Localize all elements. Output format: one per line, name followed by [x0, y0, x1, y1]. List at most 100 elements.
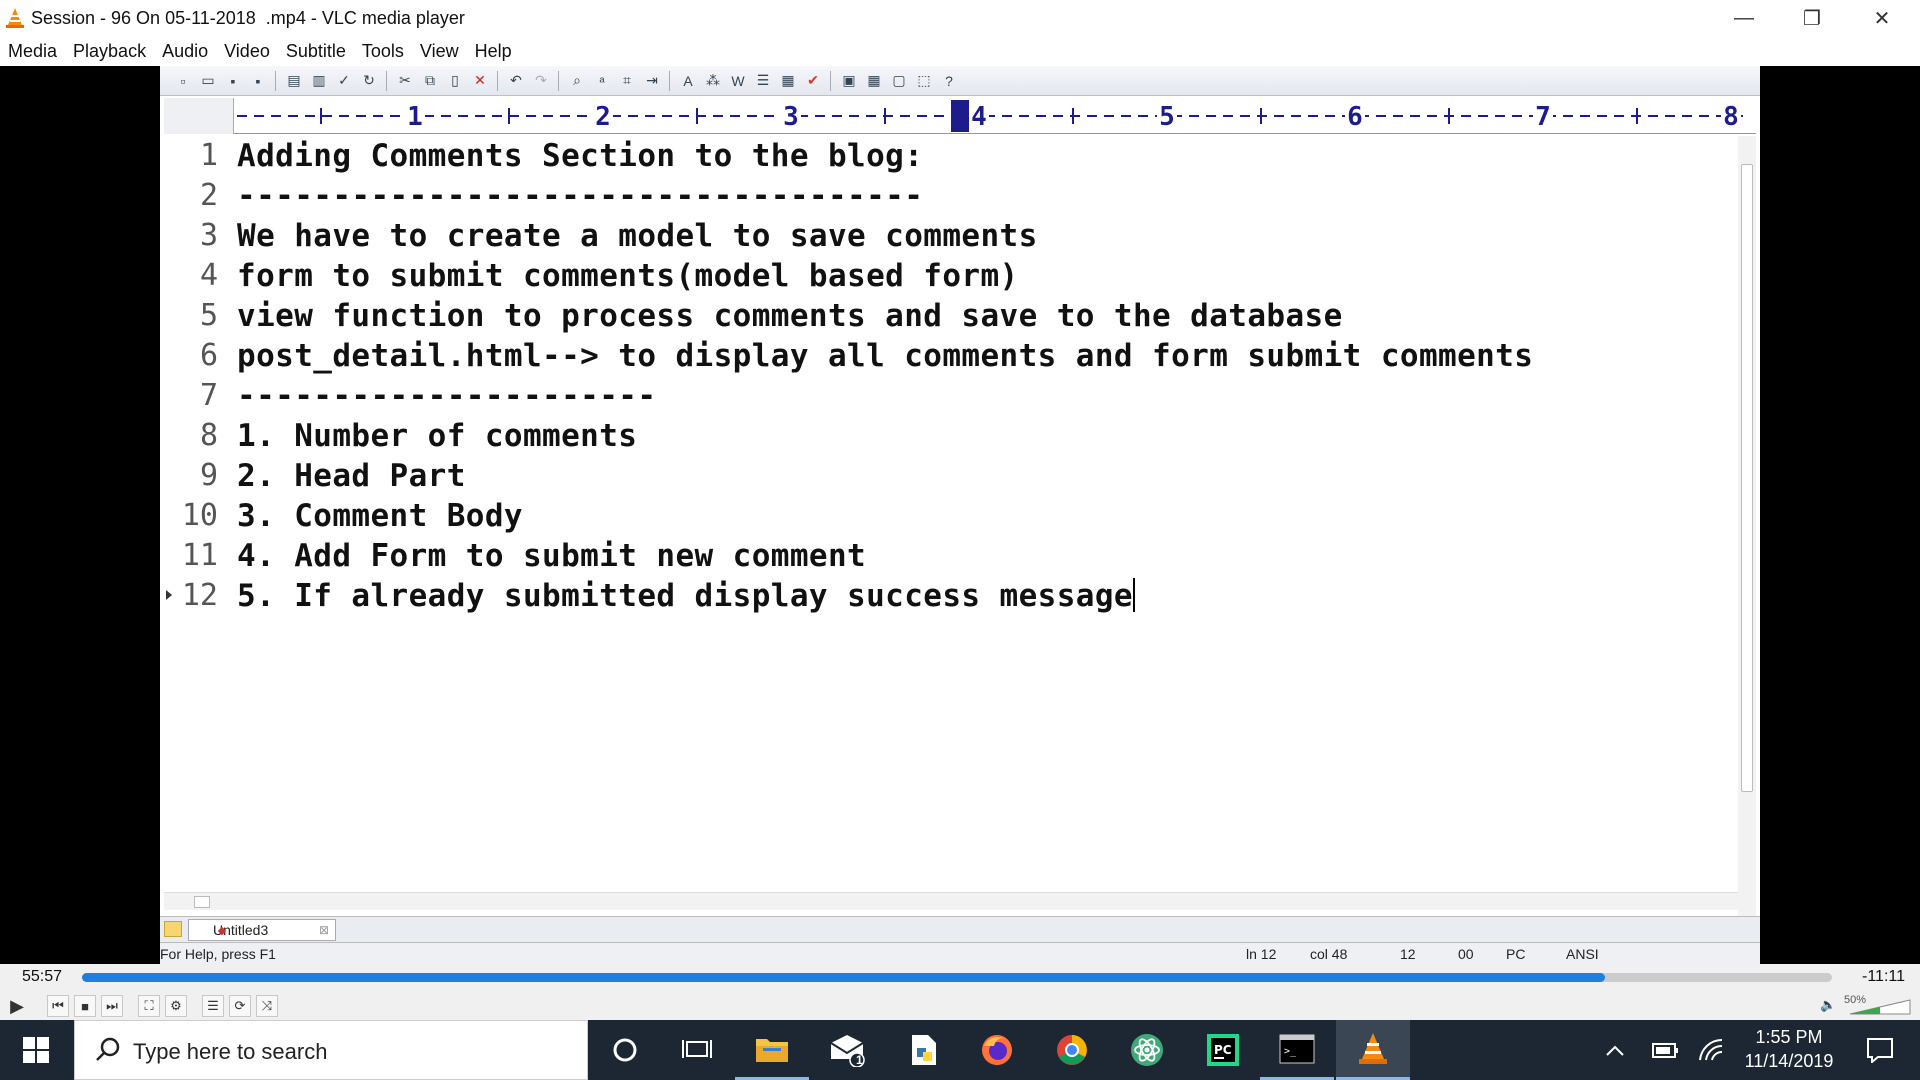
battery-button[interactable]: [1646, 1020, 1682, 1080]
status-column: col 48: [1310, 946, 1348, 962]
volume-slider[interactable]: 50%: [1842, 994, 1912, 1016]
taskbar-search[interactable]: Type here to search: [74, 1020, 588, 1080]
previous-button[interactable]: ⏮: [47, 995, 69, 1017]
elapsed-time: 55:57: [22, 968, 63, 985]
volume-percent: 50%: [1844, 994, 1867, 1006]
menu-subtitle[interactable]: Subtitle: [278, 41, 354, 62]
terminal-button[interactable]: >_: [1260, 1020, 1334, 1080]
code-line[interactable]: 11 4. Add Form to submit new comment: [164, 536, 1736, 576]
vertical-scrollbar[interactable]: [1738, 136, 1756, 916]
remaining-time[interactable]: -11:11: [1862, 968, 1905, 986]
ruler-number: 8: [1723, 102, 1739, 132]
close-button[interactable]: ✕: [1848, 0, 1916, 36]
menu-help[interactable]: Help: [467, 41, 520, 62]
ruler-scale: 1 2 3 4 5 6 7 8: [237, 100, 1744, 132]
cortana-button[interactable]: [588, 1020, 662, 1080]
python-idle-button[interactable]: [886, 1020, 960, 1080]
code-line[interactable]: 1 Adding Comments Section to the blog:: [164, 136, 1736, 176]
line-number: 8: [199, 418, 218, 453]
menu-tools[interactable]: Tools: [354, 41, 412, 62]
line-number: 11: [181, 538, 218, 573]
menu-media[interactable]: Media: [0, 41, 65, 62]
ruler-number: 4: [971, 102, 987, 132]
mail-button[interactable]: 1: [810, 1020, 884, 1080]
goto-icon: ⇥: [646, 72, 658, 88]
svg-text:>_: >_: [1284, 1046, 1297, 1057]
close-tab-icon[interactable]: ⊠: [319, 923, 329, 937]
menu-video[interactable]: Video: [216, 41, 278, 62]
line-text: 3. Comment Body: [237, 498, 523, 534]
stop-button[interactable]: ■: [74, 995, 96, 1017]
code-line[interactable]: 5 view function to process comments and s…: [164, 296, 1736, 336]
save-icon: ▪: [230, 72, 236, 89]
column-icon: ▦: [781, 72, 795, 88]
code-line[interactable]: 3 We have to create a model to save comme…: [164, 216, 1736, 256]
start-button[interactable]: [0, 1020, 72, 1080]
new-file-icon: ▫: [180, 72, 186, 89]
folder-icon: [756, 1038, 788, 1062]
text-area[interactable]: 1 Adding Comments Section to the blog: 2 --…: [164, 136, 1736, 886]
status-mode: PC: [1506, 946, 1526, 962]
shuffle-button[interactable]: ⤨: [256, 995, 278, 1017]
wifi-button[interactable]: [1694, 1020, 1730, 1080]
show-hidden-icons[interactable]: [1600, 1020, 1630, 1080]
vlc-taskbar-button[interactable]: [1336, 1020, 1410, 1080]
code-line[interactable]: 6 post_detail.html--> to display all comm…: [164, 336, 1736, 376]
code-line[interactable]: 10 3. Comment Body: [164, 496, 1736, 536]
minimize-button[interactable]: —: [1710, 0, 1778, 36]
atom-button[interactable]: [1110, 1020, 1184, 1080]
loop-button[interactable]: ⟳: [229, 995, 251, 1017]
file-explorer-button[interactable]: [735, 1020, 809, 1080]
menu-view[interactable]: View: [412, 41, 467, 62]
menu-bar: Media Playback Audio Video Subtitle Tool…: [0, 36, 1920, 66]
line-text: We have to create a model to save commen…: [237, 218, 1038, 254]
firefox-button[interactable]: [960, 1020, 1034, 1080]
clock-time: 1:55 PM: [1755, 1027, 1823, 1047]
document-tab[interactable]: Untitled3 ⊠: [188, 919, 336, 941]
seek-slider[interactable]: [82, 973, 1832, 982]
menu-audio[interactable]: Audio: [154, 41, 216, 62]
play-button[interactable]: ▶: [6, 995, 28, 1017]
ruler-number: 6: [1347, 102, 1363, 132]
code-line[interactable]: 4 form to submit comments(model based for…: [164, 256, 1736, 296]
task-view-button[interactable]: [660, 1020, 734, 1080]
restore-button[interactable]: ❐: [1778, 0, 1846, 36]
windows-logo-icon: [23, 1037, 49, 1063]
code-line[interactable]: 8 1. Number of comments: [164, 416, 1736, 456]
code-line[interactable]: 7 ----------------------: [164, 376, 1736, 416]
menu-playback[interactable]: Playback: [65, 41, 154, 62]
action-center-button[interactable]: [1848, 1020, 1912, 1080]
extended-settings-button[interactable]: ⚙: [165, 995, 187, 1017]
vertical-scroll-thumb[interactable]: [1741, 164, 1753, 792]
reload-icon: ↻: [363, 72, 375, 88]
code-line[interactable]: 9 2. Head Part: [164, 456, 1736, 496]
taskbar: Type here to search 1 PC >_ 1:55 PM 11/1…: [0, 1020, 1920, 1080]
editor-toolbar: ▫ ▭ ▪ ▪ ▤ ▥ ✓ ↻ ✂ ⧉ ▯ ✕ ↶ ↷ ⌕ ᵃ ⌗ ⇥ A ⁂ …: [160, 66, 1760, 96]
text-caret: [1133, 578, 1135, 612]
line-text: view function to process comments and sa…: [237, 298, 1343, 334]
taskbar-clock[interactable]: 1:55 PM 11/14/2019: [1734, 1025, 1844, 1073]
chrome-button[interactable]: [1035, 1020, 1109, 1080]
ruler-cursor-marker: [951, 100, 969, 132]
playlist-button[interactable]: ☰: [202, 995, 224, 1017]
next-button[interactable]: ⏭: [101, 995, 123, 1017]
save-all-icon: ▪: [255, 72, 261, 89]
paste-icon: ▯: [451, 72, 459, 88]
spellcheck-icon: ✓: [338, 72, 350, 88]
line-text: post_detail.html--> to display all comme…: [237, 338, 1534, 374]
pycharm-button[interactable]: PC: [1186, 1020, 1260, 1080]
horizontal-scrollbar[interactable]: [164, 892, 1738, 910]
current-line-marker-icon: [166, 590, 172, 600]
line-text: 2. Head Part: [237, 458, 466, 494]
folder-icon[interactable]: [164, 921, 182, 937]
line-number: 10: [181, 498, 218, 533]
video-area[interactable]: ▫ ▭ ▪ ▪ ▤ ▥ ✓ ↻ ✂ ⧉ ▯ ✕ ↶ ↷ ⌕ ᵃ ⌗ ⇥ A ⁂ …: [0, 66, 1920, 964]
speaker-icon[interactable]: 🔈: [1820, 997, 1836, 1013]
code-line[interactable]: 2 ------------------------------------: [164, 176, 1736, 216]
mail-badge: 1: [856, 1053, 863, 1067]
fullscreen-button[interactable]: ⛶: [138, 995, 160, 1017]
horizontal-scroll-thumb[interactable]: [194, 896, 210, 908]
editor-window: ▫ ▭ ▪ ▪ ▤ ▥ ✓ ↻ ✂ ⧉ ▯ ✕ ↶ ↷ ⌕ ᵃ ⌗ ⇥ A ⁂ …: [160, 66, 1760, 964]
find-icon: ⌕: [573, 72, 581, 88]
code-line[interactable]: 12 5. If already submitted display succes…: [164, 576, 1736, 616]
